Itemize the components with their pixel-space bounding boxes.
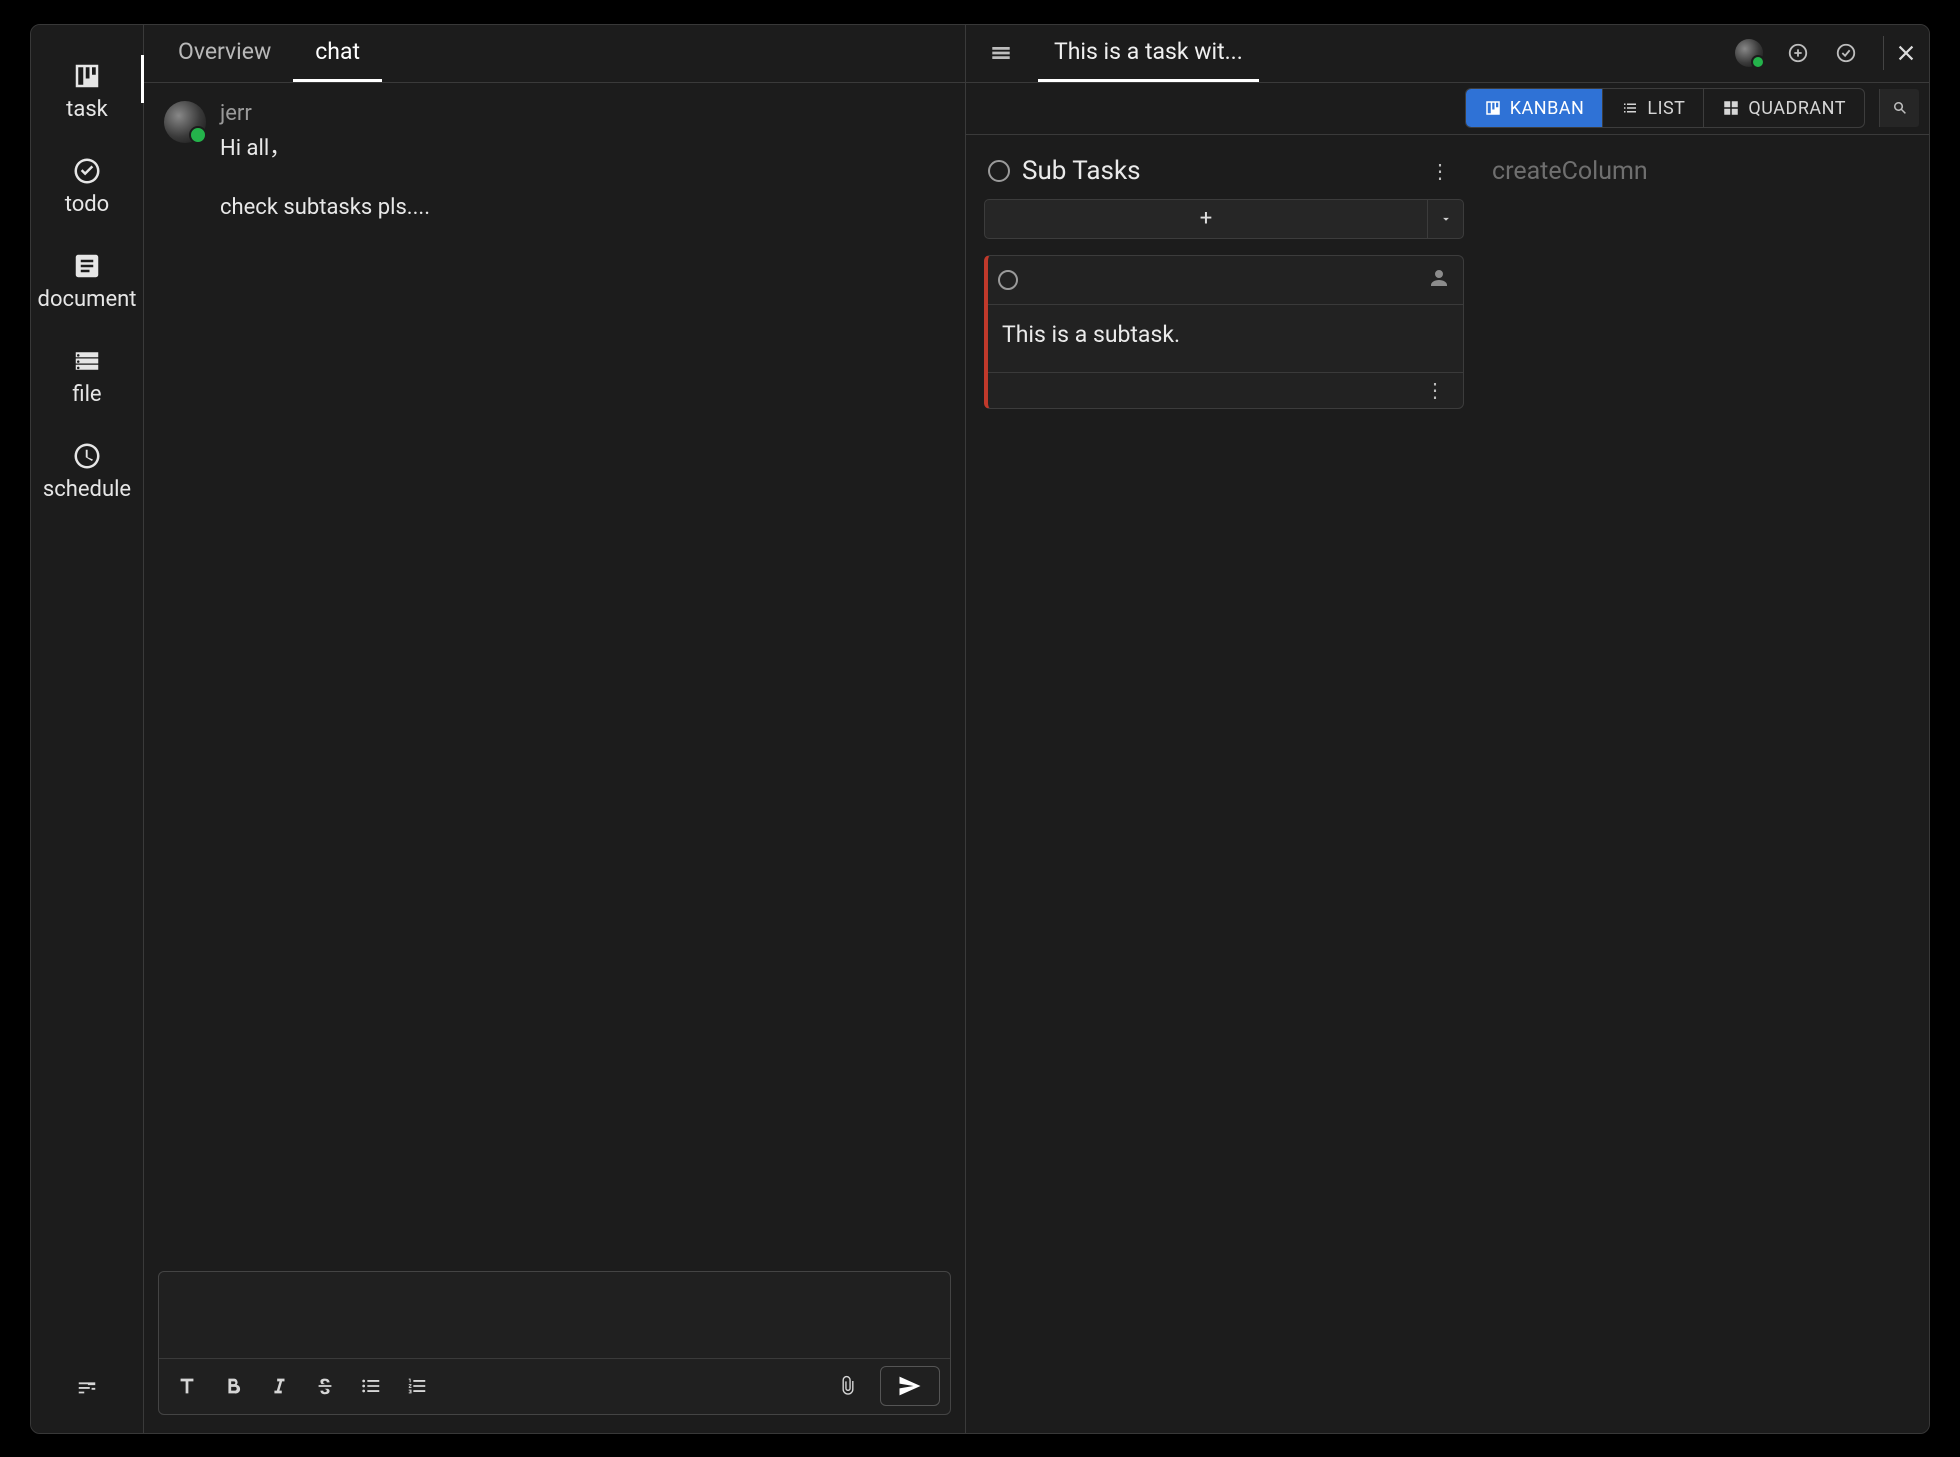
sidebar-item-task[interactable]: task	[31, 49, 143, 144]
clock-icon	[72, 441, 102, 471]
bold-icon	[222, 1375, 244, 1397]
tab-label: Overview	[178, 38, 271, 65]
add-button[interactable]	[1781, 36, 1815, 70]
task-header: This is a task wit...	[966, 25, 1929, 83]
message-username: jerr	[220, 101, 430, 126]
message-line: check subtasks pls....	[220, 191, 430, 224]
view-label: QUADRANT	[1748, 98, 1846, 119]
menu-button[interactable]	[984, 36, 1018, 70]
tune-icon	[76, 1376, 98, 1398]
card-text: This is a subtask.	[988, 305, 1463, 372]
sidebar-item-file[interactable]: file	[31, 334, 143, 429]
column-menu-button[interactable]: ⋮	[1422, 155, 1458, 187]
sidebar-item-todo[interactable]: todo	[31, 144, 143, 239]
message-line: Hi all，	[220, 132, 430, 165]
storage-icon	[72, 346, 102, 376]
send-button[interactable]	[880, 1366, 940, 1406]
format-text-button[interactable]	[165, 1366, 209, 1406]
view-label: LIST	[1647, 98, 1685, 119]
add-card-dropdown[interactable]	[1427, 200, 1463, 238]
sidebar-item-label: document	[38, 287, 137, 312]
view-label: KANBAN	[1510, 98, 1585, 119]
send-icon	[896, 1372, 924, 1400]
complete-button[interactable]	[1829, 36, 1863, 70]
view-kanban[interactable]: KANBAN	[1466, 89, 1603, 127]
chat-message: jerr Hi all， check subtasks pls....	[164, 101, 945, 224]
italic-icon	[268, 1375, 290, 1397]
message-composer	[158, 1271, 951, 1415]
document-icon	[72, 251, 102, 281]
task-title-tab[interactable]: This is a task wit...	[1038, 25, 1259, 82]
kanban-icon	[72, 61, 102, 91]
sidebar-item-label: file	[72, 382, 101, 407]
task-title: This is a task wit...	[1054, 38, 1243, 65]
message-input[interactable]	[159, 1272, 950, 1358]
list-icon	[1621, 99, 1639, 117]
text-icon	[176, 1375, 198, 1397]
kanban-column: Sub Tasks ⋮ + This is a subtask. ⋮	[984, 151, 1464, 409]
paperclip-icon	[837, 1375, 859, 1397]
create-column-label: createColumn	[1492, 157, 1648, 186]
sidebar-item-label: task	[66, 97, 108, 122]
add-card-button[interactable]: +	[985, 200, 1427, 238]
chat-body: jerr Hi all， check subtasks pls....	[144, 83, 965, 1259]
avatar[interactable]	[1735, 39, 1763, 67]
tab-overview[interactable]: Overview	[156, 25, 293, 82]
column-title: Sub Tasks	[1022, 156, 1410, 186]
bullet-list-icon	[360, 1375, 382, 1397]
format-italic-button[interactable]	[257, 1366, 301, 1406]
app-frame: task todo document file schedule Overvie…	[30, 24, 1930, 1434]
format-numbered-list-button[interactable]	[395, 1366, 439, 1406]
format-bold-button[interactable]	[211, 1366, 255, 1406]
tab-label: chat	[315, 38, 360, 65]
status-circle-icon[interactable]	[988, 160, 1010, 182]
menu-icon	[990, 42, 1012, 64]
kanban-card[interactable]: This is a subtask. ⋮	[984, 255, 1464, 409]
sidebar-item-schedule[interactable]: schedule	[31, 429, 143, 524]
status-circle-icon[interactable]	[998, 270, 1018, 290]
format-bullet-list-button[interactable]	[349, 1366, 393, 1406]
search-icon	[1891, 99, 1909, 117]
add-card-row: +	[984, 199, 1464, 239]
view-list[interactable]: LIST	[1602, 89, 1703, 127]
sidebar-item-label: schedule	[43, 477, 131, 502]
close-icon	[1895, 42, 1917, 64]
create-column-button[interactable]: createColumn	[1488, 151, 1652, 192]
view-segment: KANBAN LIST QUADRANT	[1465, 88, 1865, 128]
person-icon	[1427, 266, 1451, 290]
close-button[interactable]	[1883, 36, 1917, 70]
avatar[interactable]	[164, 101, 206, 143]
check-circle-icon	[72, 156, 102, 186]
kanban-icon	[1484, 99, 1502, 117]
view-toolbar: KANBAN LIST QUADRANT	[966, 83, 1929, 135]
chat-pane: Overview chat jerr Hi all， check subtask…	[144, 25, 966, 1433]
sidebar: task todo document file schedule	[31, 25, 144, 1433]
composer-toolbar	[159, 1358, 950, 1414]
settings-sliders-button[interactable]	[65, 1367, 109, 1407]
chevron-down-icon	[1439, 212, 1453, 226]
format-strike-button[interactable]	[303, 1366, 347, 1406]
plus-circle-icon	[1787, 42, 1809, 64]
task-pane: This is a task wit... KANBAN LIST	[966, 25, 1929, 1433]
view-quadrant[interactable]: QUADRANT	[1703, 89, 1864, 127]
sidebar-item-label: todo	[65, 192, 109, 217]
numbered-list-icon	[406, 1375, 428, 1397]
kanban-board: Sub Tasks ⋮ + This is a subtask. ⋮	[966, 135, 1929, 1433]
sidebar-item-document[interactable]: document	[31, 239, 143, 334]
quadrant-icon	[1722, 99, 1740, 117]
chat-tabbar: Overview chat	[144, 25, 965, 83]
assignee-button[interactable]	[1427, 266, 1451, 294]
column-header: Sub Tasks ⋮	[984, 151, 1464, 199]
tab-chat[interactable]: chat	[293, 25, 382, 82]
card-menu-button[interactable]: ⋮	[1417, 374, 1453, 406]
strikethrough-icon	[314, 1375, 336, 1397]
attach-button[interactable]	[826, 1366, 870, 1406]
check-circle-icon	[1835, 42, 1857, 64]
search-button[interactable]	[1879, 89, 1919, 127]
